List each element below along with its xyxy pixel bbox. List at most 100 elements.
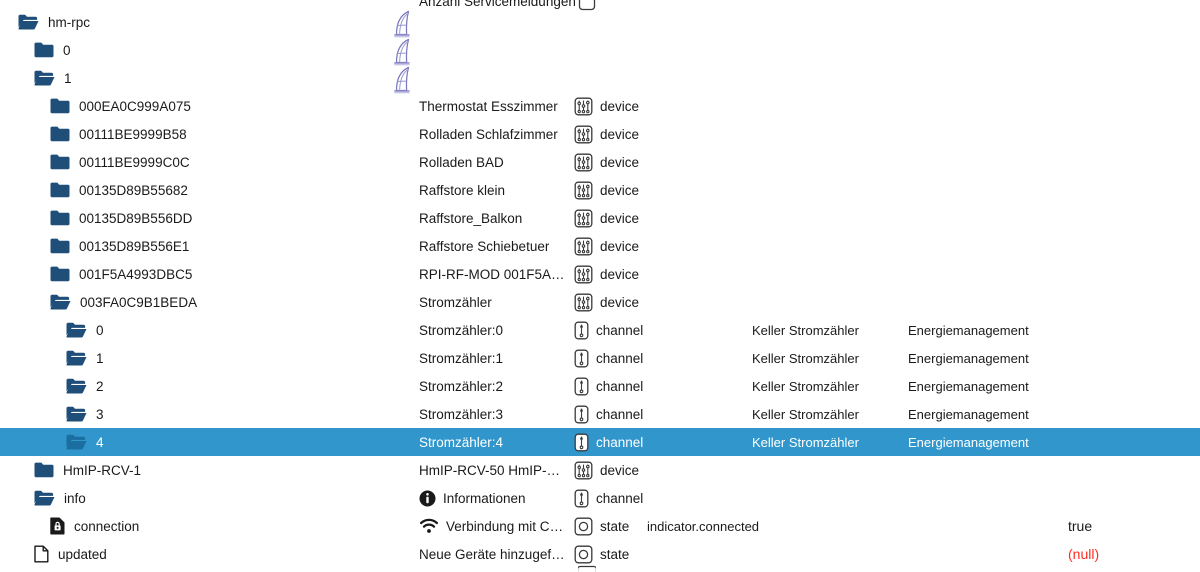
object-title-text: RPI-RF-MOD 001F5A4993D...	[419, 266, 569, 282]
tree-row[interactable]: 00135D89B556DD Raffstore_Balkon device	[0, 204, 1200, 232]
tree-node-name[interactable]: 0	[34, 42, 71, 58]
tree-row[interactable]: 00111BE9999C0C Rolladen BAD device	[0, 148, 1200, 176]
object-type-label: device	[600, 98, 640, 114]
tree-node-name[interactable]: hm-rpc	[18, 14, 90, 30]
tree-node-name[interactable]: 3	[66, 406, 104, 422]
tree-node-name[interactable]: 001F5A4993DBC5	[50, 266, 192, 282]
object-title-text: Raffstore_Balkon	[419, 210, 523, 226]
folder-open-icon[interactable]	[34, 70, 55, 86]
folder-open-icon[interactable]	[66, 322, 87, 338]
object-title-text: Raffstore klein	[419, 182, 506, 198]
object-title: Stromzähler:1	[419, 351, 569, 366]
tree-node-name[interactable]: 1	[34, 70, 72, 86]
object-type: device	[574, 265, 639, 284]
tree-row[interactable]: 1	[0, 64, 1200, 94]
tree-node-name[interactable]: 00135D89B556E1	[50, 238, 189, 254]
object-type-label: channel	[596, 434, 644, 450]
tree-row[interactable]: 4 Stromzähler:4 channel Keller Stromzähler E…	[0, 428, 1200, 456]
object-type-label: state	[600, 546, 630, 562]
object-title: Stromzähler:4	[419, 435, 569, 450]
object-value[interactable]: true	[1068, 518, 1092, 534]
folder-open-icon[interactable]	[66, 350, 87, 366]
tree-node-name[interactable]: HmIP-RCV-1	[34, 462, 141, 478]
folder-closed-icon[interactable]	[50, 154, 70, 170]
folder-closed-icon[interactable]	[50, 210, 70, 226]
folder-open-icon[interactable]	[34, 490, 55, 506]
folder-closed-icon[interactable]	[34, 42, 54, 58]
object-value[interactable]: (null)	[1068, 546, 1099, 562]
object-tree[interactable]: Anzahl Servicemeldungen hm-rpc 0 1 000EA0C9…	[0, 0, 1200, 572]
tree-node-name[interactable]: updated	[34, 545, 107, 563]
folder-closed-icon[interactable]	[50, 238, 70, 254]
tree-row[interactable]: hm-rpc	[0, 8, 1200, 38]
channel-icon	[574, 489, 589, 508]
tree-node-name[interactable]: 000EA0C999A075	[50, 98, 191, 114]
tree-row[interactable]: HmIP-RCV-1 HmIP-RCV-50 HmIP-RCV-1 device	[0, 456, 1200, 484]
tree-node-label: 000EA0C999A075	[79, 98, 191, 114]
channel-icon	[574, 377, 589, 396]
tree-node-name[interactable]: 00111BE9999B58	[50, 126, 187, 142]
tree-node-label: connection	[74, 518, 140, 534]
tree-row[interactable]: 000EA0C999A075 Thermostat Esszimmer device	[0, 92, 1200, 120]
tree-row[interactable]: 00111BE9999B58 Rolladen Schlafzimmer devic…	[0, 120, 1200, 148]
tree-row[interactable]: 001F5A4993DBC5 RPI-RF-MOD 001F5A4993D... d…	[0, 260, 1200, 288]
object-type: channel	[574, 321, 643, 340]
tree-row[interactable]: connection Verbindung mit CCU state indicat…	[0, 512, 1200, 540]
tree-node-name[interactable]: 0	[66, 322, 104, 338]
tree-row[interactable]: 3 Stromzähler:3 channel Keller Stromzähler E…	[0, 400, 1200, 428]
object-room: Keller Stromzähler	[752, 350, 859, 366]
object-title: Raffstore_Balkon	[419, 211, 569, 226]
object-title: Stromzähler:3	[419, 407, 569, 422]
tree-row[interactable]: 0	[0, 36, 1200, 66]
folder-open-icon[interactable]	[66, 434, 87, 450]
tree-node-name[interactable]: 4	[66, 434, 104, 450]
tree-node-label: updated	[58, 546, 107, 562]
tree-node-name[interactable]: info	[34, 490, 86, 506]
device-icon	[574, 125, 593, 144]
tree-row[interactable]: 00135D89B556E1 Raffstore Schiebetuer devic…	[0, 232, 1200, 260]
object-type-label: device	[600, 182, 640, 198]
device-icon	[574, 461, 593, 480]
tree-node-name[interactable]: 00135D89B556DD	[50, 210, 192, 226]
object-title-text: Thermostat Esszimmer	[419, 98, 558, 114]
folder-open-icon[interactable]	[18, 14, 39, 30]
tree-node-name[interactable]: 003FA0C9B1BEDA	[50, 294, 197, 310]
tree-node-name[interactable]: 2	[66, 378, 104, 394]
folder-closed-icon[interactable]	[34, 462, 54, 478]
object-title: RPI-RF-MOD 001F5A4993D...	[419, 267, 569, 282]
object-type: device	[574, 153, 639, 172]
object-type-label: device	[600, 154, 640, 170]
tree-node-label: hm-rpc	[48, 14, 91, 30]
tree-row[interactable]: updated Neue Geräte hinzugefügt state (null…	[0, 540, 1200, 568]
tree-node-name[interactable]: 00111BE9999C0C	[50, 154, 190, 170]
document-lock-icon[interactable]	[50, 517, 65, 535]
channel-icon	[574, 349, 589, 368]
tree-row[interactable]: info Informationen channel	[0, 484, 1200, 512]
tree-node-name[interactable]: 1	[66, 350, 104, 366]
folder-closed-icon[interactable]	[50, 266, 70, 282]
tree-node-name[interactable]: connection	[50, 517, 139, 535]
folder-open-icon[interactable]	[66, 406, 87, 422]
object-title-text: Informationen	[443, 490, 526, 506]
object-function: Energiemanagement	[908, 406, 1029, 422]
object-title: Stromzähler:2	[419, 379, 569, 394]
tree-node-name[interactable]: 00135D89B55682	[50, 182, 188, 198]
tree-row[interactable]: 2 Stromzähler:2 channel Keller Stromzähler E…	[0, 372, 1200, 400]
tree-row[interactable]: 0 Stromzähler:0 channel Keller Stromzähler E…	[0, 316, 1200, 344]
tree-node-label: 2	[96, 378, 104, 394]
folder-open-icon[interactable]	[50, 294, 71, 310]
object-room: Keller Stromzähler	[752, 378, 859, 394]
tree-row[interactable]: 00135D89B55682 Raffstore klein device	[0, 176, 1200, 204]
tree-node-label: 1	[96, 350, 104, 366]
folder-closed-icon[interactable]	[50, 182, 70, 198]
tree-row[interactable]: 1 Stromzähler:1 channel Keller Stromzähler E…	[0, 344, 1200, 372]
document-icon[interactable]	[34, 545, 49, 563]
folder-open-icon[interactable]	[66, 378, 87, 394]
tree-row[interactable]: 003FA0C9B1BEDA Stromzähler device	[0, 288, 1200, 316]
folder-closed-icon[interactable]	[50, 98, 70, 114]
tree-node-label: 00135D89B556DD	[79, 210, 193, 226]
object-title: Stromzähler:0	[419, 323, 569, 338]
object-role: indicator.connected	[647, 518, 760, 534]
object-type-label: channel	[596, 406, 644, 422]
folder-closed-icon[interactable]	[50, 126, 70, 142]
